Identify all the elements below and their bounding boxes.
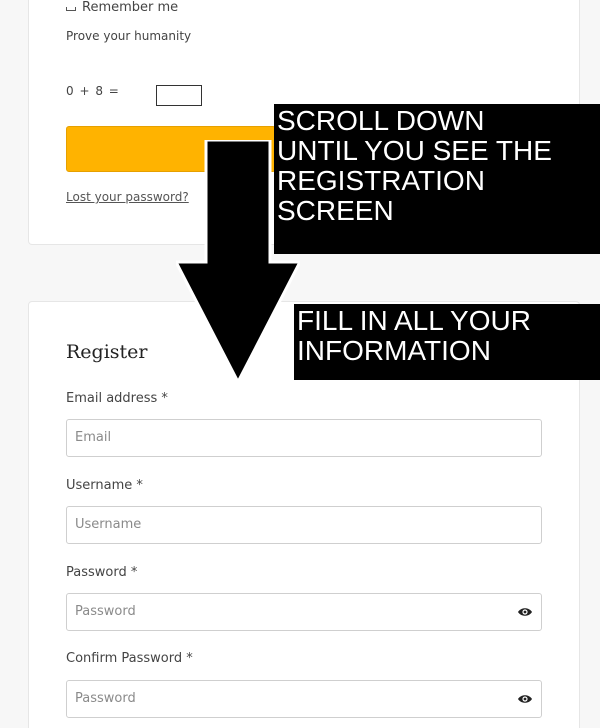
- password-label: Password *: [66, 565, 138, 580]
- captcha-question: 0 + 8 =: [66, 84, 120, 98]
- remember-me[interactable]: Remember me: [66, 0, 178, 15]
- instruction-line: INFORMATION: [297, 335, 491, 366]
- confirm-password-field[interactable]: Password: [66, 680, 542, 718]
- remember-checkbox[interactable]: [66, 7, 76, 11]
- instruction-line: UNTIL YOU SEE THE: [277, 135, 552, 166]
- username-field[interactable]: Username: [66, 506, 542, 544]
- instruction-line: REGISTRATION: [277, 165, 485, 196]
- email-placeholder: Email: [75, 430, 112, 445]
- instruction-fill: FILL IN ALL YOUR INFORMATION: [294, 304, 600, 380]
- lost-password-link[interactable]: Lost your password?: [66, 190, 189, 204]
- eye-icon[interactable]: [517, 692, 533, 706]
- confirm-password-label: Confirm Password *: [66, 651, 193, 666]
- confirm-password-placeholder: Password: [75, 691, 136, 706]
- email-field[interactable]: Email: [66, 419, 542, 457]
- captcha-input[interactable]: [156, 85, 202, 106]
- register-title: Register: [66, 341, 148, 363]
- instruction-line: FILL IN ALL YOUR: [297, 305, 531, 336]
- username-label: Username *: [66, 478, 143, 493]
- instruction-line: SCREEN: [277, 195, 394, 226]
- instruction-line: SCROLL DOWN: [277, 105, 485, 136]
- email-label: Email address *: [66, 391, 168, 406]
- eye-icon[interactable]: [517, 605, 533, 619]
- instruction-scroll: SCROLL DOWN UNTIL YOU SEE THE REGISTRATI…: [274, 104, 600, 254]
- username-placeholder: Username: [75, 517, 142, 532]
- humanity-label: Prove your humanity: [66, 29, 192, 43]
- password-field[interactable]: Password: [66, 593, 542, 631]
- password-placeholder: Password: [75, 604, 136, 619]
- remember-label: Remember me: [82, 0, 179, 15]
